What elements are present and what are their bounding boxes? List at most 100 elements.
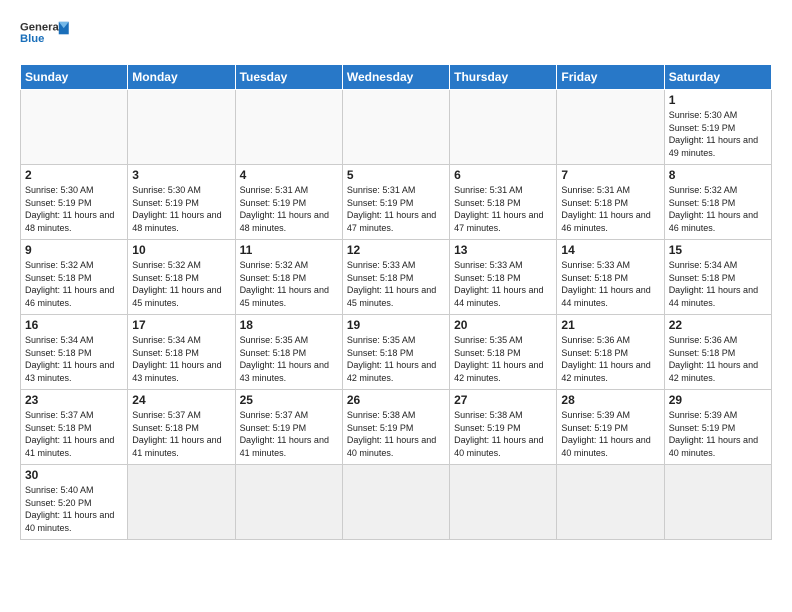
calendar-cell: 11 Sunrise: 5:32 AMSunset: 5:18 PMDayligh… bbox=[235, 240, 342, 315]
calendar-cell bbox=[21, 90, 128, 165]
calendar-cell: 21 Sunrise: 5:36 AMSunset: 5:18 PMDayligh… bbox=[557, 315, 664, 390]
weekday-header-monday: Monday bbox=[128, 65, 235, 90]
day-number: 29 bbox=[669, 393, 767, 407]
calendar-cell bbox=[557, 465, 664, 540]
day-number: 14 bbox=[561, 243, 659, 257]
calendar-cell: 12 Sunrise: 5:33 AMSunset: 5:18 PMDayligh… bbox=[342, 240, 449, 315]
calendar-cell: 17 Sunrise: 5:34 AMSunset: 5:18 PMDayligh… bbox=[128, 315, 235, 390]
calendar-cell: 13Sunrise: 5:33 AMSunset: 5:18 PMDayligh… bbox=[450, 240, 557, 315]
day-info: Sunrise: 5:37 AMSunset: 5:18 PMDaylight:… bbox=[25, 409, 123, 459]
calendar-cell: 3 Sunrise: 5:30 AMSunset: 5:19 PMDaylight… bbox=[128, 165, 235, 240]
day-number: 12 bbox=[347, 243, 445, 257]
calendar-cell: 20 Sunrise: 5:35 AMSunset: 5:18 PMDayligh… bbox=[450, 315, 557, 390]
day-number: 8 bbox=[669, 168, 767, 182]
weekday-header-wednesday: Wednesday bbox=[342, 65, 449, 90]
calendar-cell: 29 Sunrise: 5:39 AMSunset: 5:19 PMDayligh… bbox=[664, 390, 771, 465]
calendar-cell bbox=[664, 465, 771, 540]
day-info: Sunrise: 5:32 AMSunset: 5:18 PMDaylight:… bbox=[25, 259, 123, 309]
day-info: Sunrise: 5:35 AMSunset: 5:18 PMDaylight:… bbox=[347, 334, 445, 384]
calendar-cell: 24Sunrise: 5:37 AMSunset: 5:18 PMDayligh… bbox=[128, 390, 235, 465]
day-info: Sunrise: 5:31 AMSunset: 5:19 PMDaylight:… bbox=[240, 184, 338, 234]
day-number: 21 bbox=[561, 318, 659, 332]
day-number: 13 bbox=[454, 243, 552, 257]
calendar-cell: 16 Sunrise: 5:34 AMSunset: 5:18 PMDayligh… bbox=[21, 315, 128, 390]
day-info: Sunrise: 5:30 AMSunset: 5:19 PMDaylight:… bbox=[132, 184, 230, 234]
calendar-cell: 25 Sunrise: 5:37 AMSunset: 5:19 PMDayligh… bbox=[235, 390, 342, 465]
weekday-header-tuesday: Tuesday bbox=[235, 65, 342, 90]
day-info: Sunrise: 5:39 AMSunset: 5:19 PMDaylight:… bbox=[669, 409, 767, 459]
day-number: 3 bbox=[132, 168, 230, 182]
day-info: Sunrise: 5:35 AMSunset: 5:18 PMDaylight:… bbox=[240, 334, 338, 384]
day-info: Sunrise: 5:34 AMSunset: 5:18 PMDaylight:… bbox=[25, 334, 123, 384]
day-info: Sunrise: 5:38 AMSunset: 5:19 PMDaylight:… bbox=[454, 409, 552, 459]
svg-text:Blue: Blue bbox=[20, 33, 44, 45]
day-info: Sunrise: 5:31 AMSunset: 5:18 PMDaylight:… bbox=[561, 184, 659, 234]
day-info: Sunrise: 5:37 AMSunset: 5:19 PMDaylight:… bbox=[240, 409, 338, 459]
day-number: 7 bbox=[561, 168, 659, 182]
day-number: 23 bbox=[25, 393, 123, 407]
day-number: 15 bbox=[669, 243, 767, 257]
day-info: Sunrise: 5:35 AMSunset: 5:18 PMDaylight:… bbox=[454, 334, 552, 384]
day-info: Sunrise: 5:32 AMSunset: 5:18 PMDaylight:… bbox=[132, 259, 230, 309]
day-number: 28 bbox=[561, 393, 659, 407]
day-number: 9 bbox=[25, 243, 123, 257]
day-info: Sunrise: 5:34 AMSunset: 5:18 PMDaylight:… bbox=[669, 259, 767, 309]
day-info: Sunrise: 5:36 AMSunset: 5:18 PMDaylight:… bbox=[561, 334, 659, 384]
calendar-cell: 1Sunrise: 5:30 AMSunset: 5:19 PMDaylight… bbox=[664, 90, 771, 165]
logo: General Blue bbox=[20, 16, 70, 54]
day-number: 25 bbox=[240, 393, 338, 407]
calendar-cell: 14 Sunrise: 5:33 AMSunset: 5:18 PMDayligh… bbox=[557, 240, 664, 315]
calendar-cell: 15 Sunrise: 5:34 AMSunset: 5:18 PMDayligh… bbox=[664, 240, 771, 315]
day-number: 4 bbox=[240, 168, 338, 182]
calendar-cell bbox=[235, 90, 342, 165]
calendar-cell bbox=[128, 465, 235, 540]
svg-text:General: General bbox=[20, 22, 62, 34]
calendar-cell bbox=[235, 465, 342, 540]
day-info: Sunrise: 5:31 AMSunset: 5:19 PMDaylight:… bbox=[347, 184, 445, 234]
calendar-cell bbox=[450, 90, 557, 165]
day-number: 30 bbox=[25, 468, 123, 482]
day-info: Sunrise: 5:30 AMSunset: 5:19 PMDaylight:… bbox=[25, 184, 123, 234]
day-info: Sunrise: 5:33 AMSunset: 5:18 PMDaylight:… bbox=[561, 259, 659, 309]
day-number: 16 bbox=[25, 318, 123, 332]
calendar-cell: 10 Sunrise: 5:32 AMSunset: 5:18 PMDayligh… bbox=[128, 240, 235, 315]
calendar-cell: 8Sunrise: 5:32 AMSunset: 5:18 PMDaylight… bbox=[664, 165, 771, 240]
weekday-header-friday: Friday bbox=[557, 65, 664, 90]
day-number: 27 bbox=[454, 393, 552, 407]
calendar-cell: 23 Sunrise: 5:37 AMSunset: 5:18 PMDayligh… bbox=[21, 390, 128, 465]
calendar-cell: 19Sunrise: 5:35 AMSunset: 5:18 PMDayligh… bbox=[342, 315, 449, 390]
calendar-cell bbox=[342, 465, 449, 540]
day-info: Sunrise: 5:36 AMSunset: 5:18 PMDaylight:… bbox=[669, 334, 767, 384]
calendar-cell: 18 Sunrise: 5:35 AMSunset: 5:18 PMDayligh… bbox=[235, 315, 342, 390]
calendar-cell bbox=[128, 90, 235, 165]
day-number: 18 bbox=[240, 318, 338, 332]
day-number: 2 bbox=[25, 168, 123, 182]
calendar-cell: 7 Sunrise: 5:31 AMSunset: 5:18 PMDaylight… bbox=[557, 165, 664, 240]
day-number: 6 bbox=[454, 168, 552, 182]
day-number: 24 bbox=[132, 393, 230, 407]
calendar-cell: 30 Sunrise: 5:40 AMSunset: 5:20 PMDayligh… bbox=[21, 465, 128, 540]
calendar-cell: 9 Sunrise: 5:32 AMSunset: 5:18 PMDaylight… bbox=[21, 240, 128, 315]
day-number: 20 bbox=[454, 318, 552, 332]
day-number: 5 bbox=[347, 168, 445, 182]
day-info: Sunrise: 5:31 AMSunset: 5:18 PMDaylight:… bbox=[454, 184, 552, 234]
day-info: Sunrise: 5:33 AMSunset: 5:18 PMDaylight:… bbox=[347, 259, 445, 309]
calendar-cell bbox=[557, 90, 664, 165]
weekday-header-saturday: Saturday bbox=[664, 65, 771, 90]
day-info: Sunrise: 5:38 AMSunset: 5:19 PMDaylight:… bbox=[347, 409, 445, 459]
weekday-header-thursday: Thursday bbox=[450, 65, 557, 90]
calendar-cell: 27 Sunrise: 5:38 AMSunset: 5:19 PMDayligh… bbox=[450, 390, 557, 465]
calendar-cell bbox=[342, 90, 449, 165]
day-info: Sunrise: 5:40 AMSunset: 5:20 PMDaylight:… bbox=[25, 484, 123, 534]
calendar-cell: 6 Sunrise: 5:31 AMSunset: 5:18 PMDaylight… bbox=[450, 165, 557, 240]
day-number: 17 bbox=[132, 318, 230, 332]
day-info: Sunrise: 5:39 AMSunset: 5:19 PMDaylight:… bbox=[561, 409, 659, 459]
calendar-cell: 28 Sunrise: 5:39 AMSunset: 5:19 PMDayligh… bbox=[557, 390, 664, 465]
day-info: Sunrise: 5:32 AMSunset: 5:18 PMDaylight:… bbox=[240, 259, 338, 309]
day-info: Sunrise: 5:34 AMSunset: 5:18 PMDaylight:… bbox=[132, 334, 230, 384]
calendar-table: SundayMondayTuesdayWednesdayThursdayFrid… bbox=[20, 64, 772, 540]
day-number: 11 bbox=[240, 243, 338, 257]
calendar-cell bbox=[450, 465, 557, 540]
day-number: 10 bbox=[132, 243, 230, 257]
calendar-cell: 4 Sunrise: 5:31 AMSunset: 5:19 PMDaylight… bbox=[235, 165, 342, 240]
